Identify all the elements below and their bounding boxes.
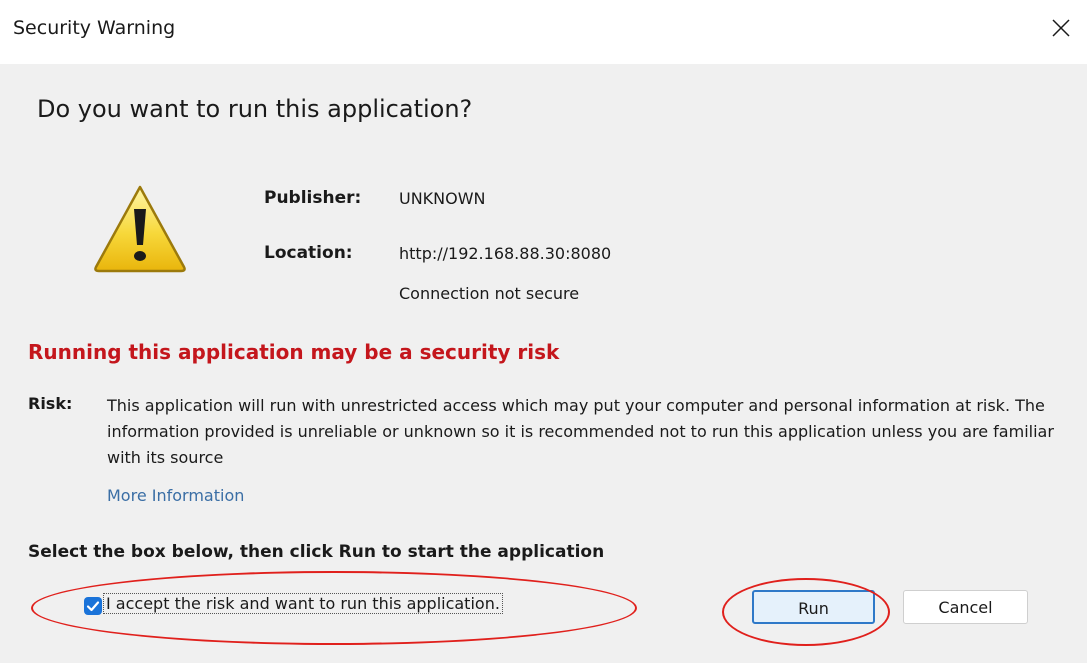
publisher-label: Publisher: (264, 188, 362, 208)
risk-label: Risk: (28, 394, 73, 413)
dialog-headline: Do you want to run this application? (37, 95, 473, 123)
publisher-value: UNKNOWN (399, 189, 486, 208)
run-button[interactable]: Run (752, 590, 875, 624)
checkmark-icon (86, 601, 100, 612)
location-value: http://192.168.88.30:8080 (399, 244, 612, 263)
warning-triangle-icon (94, 185, 186, 273)
connection-status: Connection not secure (399, 284, 580, 303)
cancel-button[interactable]: Cancel (903, 590, 1028, 624)
title-bar: Security Warning (0, 0, 1087, 64)
risk-heading: Running this application may be a securi… (28, 340, 560, 364)
select-instruction: Select the box below, then click Run to … (28, 542, 605, 562)
close-button[interactable] (1041, 8, 1081, 48)
more-information-link[interactable]: More Information (107, 486, 244, 505)
security-warning-dialog: Security Warning Do you want to run this… (0, 0, 1087, 663)
risk-description: This application will run with unrestric… (107, 396, 1054, 467)
accept-risk-label[interactable]: I accept the risk and want to run this a… (103, 593, 503, 614)
window-title: Security Warning (13, 17, 176, 39)
accept-risk-checkbox[interactable] (84, 597, 102, 615)
close-icon (1052, 19, 1070, 37)
location-label: Location: (264, 243, 353, 263)
